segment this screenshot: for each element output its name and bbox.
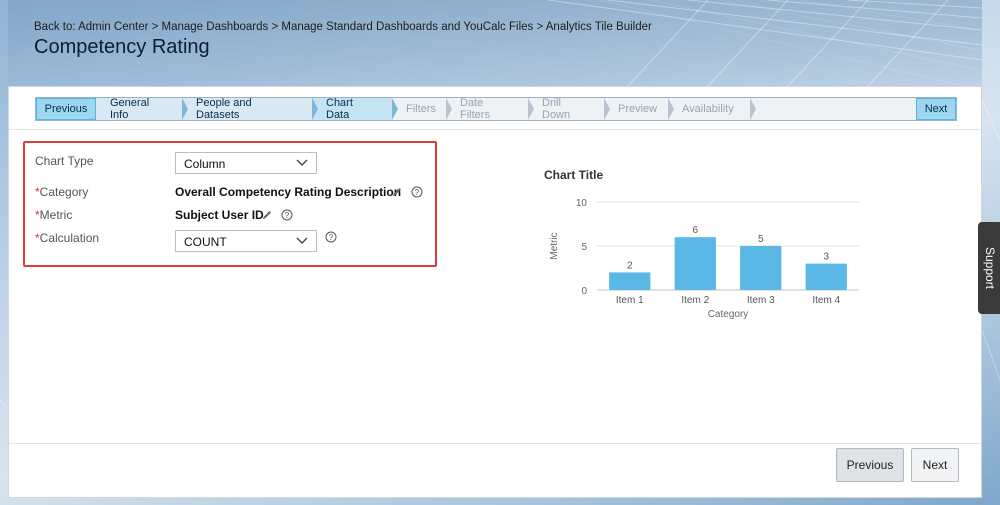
x-tick-label: Item 2 xyxy=(681,295,709,306)
main-panel: Previous General Info People and Dataset… xyxy=(8,86,982,498)
help-icon[interactable]: ? xyxy=(325,231,337,243)
wizard-step-chart-data[interactable]: Chart Data xyxy=(312,97,398,121)
calculation-label: *Calculation xyxy=(35,231,99,245)
bar xyxy=(740,246,782,290)
data-label: 2 xyxy=(627,260,633,271)
y-tick-label: 5 xyxy=(581,242,587,253)
data-label: 3 xyxy=(823,252,829,263)
wizard-spacer xyxy=(750,98,916,120)
svg-text:?: ? xyxy=(329,233,334,242)
wizard-step-drill-down[interactable]: Drill Down xyxy=(528,97,610,121)
wizard-step-availability[interactable]: Availability xyxy=(668,98,756,120)
bar xyxy=(674,237,716,290)
x-tick-label: Item 4 xyxy=(812,295,840,306)
y-tick-label: 10 xyxy=(576,198,588,209)
wizard-step-people-and-datasets[interactable]: People and Datasets xyxy=(182,97,318,121)
support-tab[interactable]: Support xyxy=(978,222,1000,314)
next-button[interactable]: Next xyxy=(911,448,959,482)
category-label-text: Category xyxy=(39,185,89,199)
wizard-step-general-info[interactable]: General Info xyxy=(96,97,188,121)
help-icon[interactable]: ? xyxy=(411,186,423,198)
x-tick-label: Item 3 xyxy=(747,295,775,306)
bar xyxy=(805,263,847,290)
pencil-icon[interactable] xyxy=(391,186,403,198)
calculation-select[interactable]: COUNT xyxy=(175,230,317,252)
wizard-previous-button[interactable]: Previous xyxy=(36,98,96,120)
divider xyxy=(9,443,981,444)
chart-type-value: Column xyxy=(184,157,226,171)
page-title: Competency Rating xyxy=(34,36,210,58)
breadcrumb[interactable]: Back to: Admin Center > Manage Dashboard… xyxy=(34,21,652,33)
y-axis-label: Metric xyxy=(549,232,560,259)
y-tick-label: 0 xyxy=(581,286,587,297)
chart-data-form: Chart Type Column *Category Overall Comp… xyxy=(23,141,437,267)
data-label: 5 xyxy=(758,234,764,245)
bar xyxy=(609,272,651,290)
calculation-value: COUNT xyxy=(184,235,227,249)
x-axis-label: Category xyxy=(708,309,749,320)
wizard-step-filters[interactable]: Filters xyxy=(392,98,452,120)
svg-text:?: ? xyxy=(285,211,290,220)
svg-text:?: ? xyxy=(415,188,420,197)
wizard-next-button[interactable]: Next xyxy=(916,98,956,120)
metric-label: *Metric xyxy=(35,208,72,222)
pencil-icon[interactable] xyxy=(261,209,273,221)
chart-type-label: Chart Type xyxy=(35,154,94,168)
data-label: 6 xyxy=(692,225,698,236)
category-value: Overall Competency Rating Description xyxy=(175,185,402,199)
previous-button[interactable]: Previous xyxy=(836,448,904,482)
chevron-down-icon xyxy=(296,237,308,244)
wizard-steps: Previous General Info People and Dataset… xyxy=(35,97,957,121)
calculation-label-text: Calculation xyxy=(39,231,100,245)
column-chart: 0 5 10 Metric 2 Item 1 6 Item 2 5 Item 3 3 Item 4 Ca… xyxy=(549,198,859,320)
chart-type-select[interactable]: Column xyxy=(175,152,317,174)
x-tick-label: Item 1 xyxy=(616,295,644,306)
metric-label-text: Metric xyxy=(39,208,73,222)
metric-value: Subject User ID xyxy=(175,208,264,222)
support-label: Support xyxy=(983,246,997,290)
category-label: *Category xyxy=(35,185,88,199)
chevron-down-icon xyxy=(296,159,308,166)
chart-title: Chart Title xyxy=(544,168,604,182)
divider xyxy=(9,129,981,130)
wizard-step-date-filters[interactable]: Date Filters xyxy=(446,97,534,121)
wizard-step-preview[interactable]: Preview xyxy=(604,98,674,120)
help-icon[interactable]: ? xyxy=(281,209,293,221)
